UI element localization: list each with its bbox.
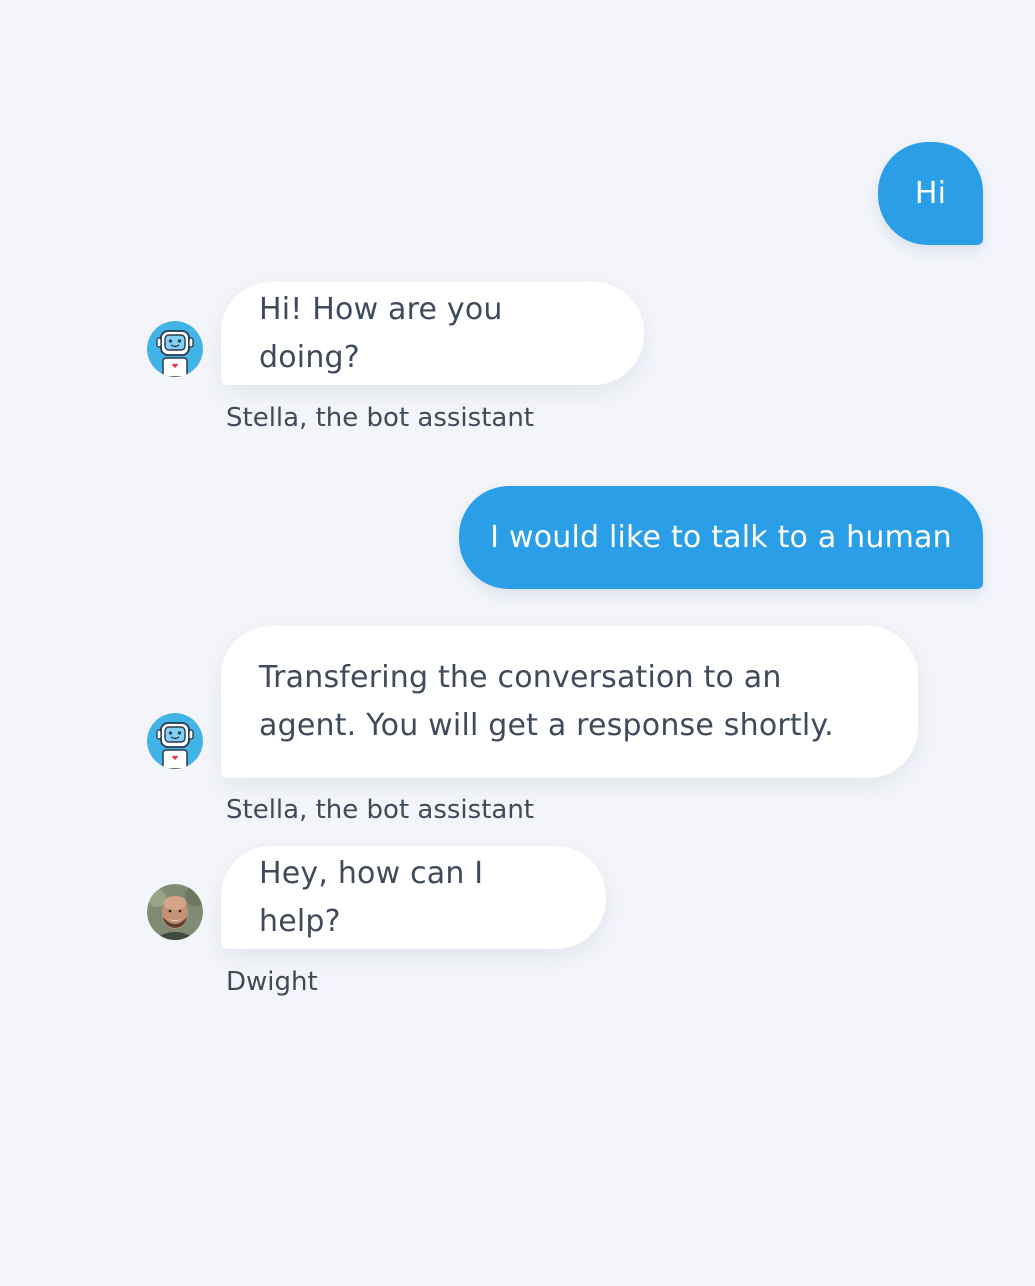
- agent-photo-avatar: [147, 884, 203, 940]
- bot-message-bubble: Hi! How are you doing?: [221, 282, 644, 385]
- sender-name: Dwight: [226, 967, 318, 997]
- robot-avatar-icon: [147, 321, 203, 377]
- message-text: Transfering the conversation to an agent…: [259, 660, 834, 743]
- message-text: I would like to talk to a human: [490, 519, 952, 555]
- robot-avatar-icon: [147, 713, 203, 769]
- message-text: Hey, how can I help?: [259, 855, 484, 939]
- chat-conversation: Hi Hi! How are you doing? Stella, the bo…: [0, 0, 1035, 1286]
- sender-name: Stella, the bot assistant: [226, 403, 535, 433]
- user-message-bubble: I would like to talk to a human: [459, 486, 983, 589]
- message-text: Hi: [914, 175, 947, 211]
- message-text: Hi! How are you doing?: [259, 291, 503, 375]
- user-message-bubble: Hi: [878, 142, 983, 245]
- bot-message-bubble: Transfering the conversation to an agent…: [221, 626, 918, 778]
- agent-message-bubble: Hey, how can I help?: [221, 846, 606, 949]
- sender-name: Stella, the bot assistant: [226, 795, 535, 825]
